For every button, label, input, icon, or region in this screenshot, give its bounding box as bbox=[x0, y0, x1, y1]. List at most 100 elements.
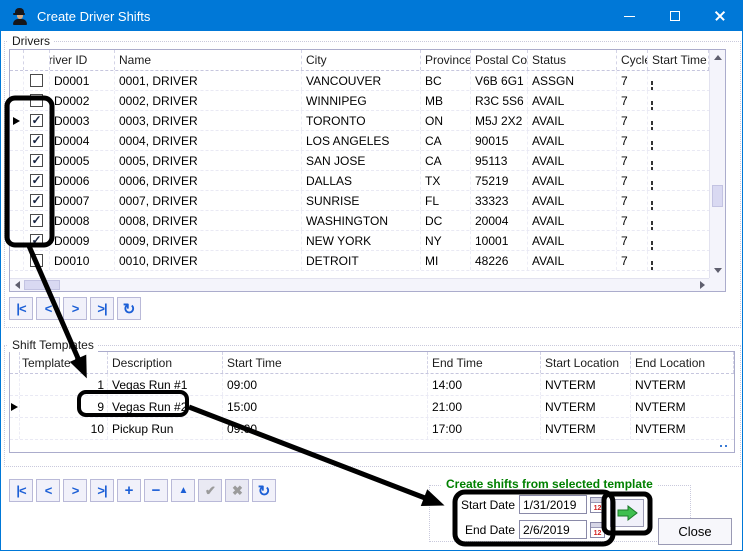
post-edit-button[interactable]: ✔ bbox=[198, 479, 222, 502]
cell-city: SUNRISE bbox=[302, 191, 421, 210]
header-cycle[interactable]: Cycle bbox=[617, 50, 648, 70]
driver-checkbox-cell[interactable] bbox=[24, 231, 50, 250]
checkbox-icon[interactable] bbox=[30, 74, 43, 87]
checkbox-icon[interactable] bbox=[30, 134, 43, 147]
driver-row[interactable]: D0006 0006, DRIVER DALLAS TX 75219 AVAIL… bbox=[10, 171, 725, 191]
checkbox-icon[interactable] bbox=[30, 194, 43, 207]
header-driver-id[interactable]: Driver ID bbox=[50, 50, 115, 70]
header-end-time[interactable]: End Time bbox=[428, 352, 541, 373]
header-template-id[interactable]: Template ID bbox=[20, 352, 108, 373]
template-row[interactable]: 10 Pickup Run 09:00 17:00 NVTERM NVTERM bbox=[10, 418, 734, 440]
close-button[interactable]: Close bbox=[658, 518, 732, 545]
edit-record-button[interactable]: ▲ bbox=[171, 479, 195, 502]
header-postal-code[interactable]: Postal Code bbox=[471, 50, 528, 70]
driver-checkbox-cell[interactable] bbox=[24, 251, 50, 270]
header-start-time[interactable]: Start Time bbox=[223, 352, 428, 373]
next-record-button[interactable]: > bbox=[63, 479, 87, 502]
vertical-scrollbar[interactable] bbox=[709, 50, 725, 278]
driver-checkbox-cell[interactable] bbox=[24, 91, 50, 110]
driver-row[interactable]: D0007 0007, DRIVER SUNRISE FL 33323 AVAI… bbox=[10, 191, 725, 211]
scroll-left-button[interactable] bbox=[10, 279, 24, 291]
cell-province: TX bbox=[421, 171, 471, 190]
refresh-button[interactable]: ↻ bbox=[117, 297, 141, 320]
cell-description: Vegas Run #2 bbox=[108, 396, 223, 417]
cancel-edit-button[interactable]: ✖ bbox=[225, 479, 249, 502]
first-record-button[interactable]: |< bbox=[9, 479, 33, 502]
create-shifts-go-button[interactable] bbox=[610, 499, 644, 527]
header-end-location[interactable]: End Location bbox=[631, 352, 734, 373]
header-province[interactable]: Province bbox=[421, 50, 471, 70]
driver-checkbox-cell[interactable] bbox=[24, 171, 50, 190]
refresh-button[interactable]: ↻ bbox=[252, 479, 276, 502]
driver-row[interactable]: D0009 0009, DRIVER NEW YORK NY 10001 AVA… bbox=[10, 231, 725, 251]
template-row[interactable]: 9 Vegas Run #2 15:00 21:00 NVTERM NVTERM bbox=[10, 396, 734, 418]
cell-name: 0001, DRIVER bbox=[115, 71, 302, 90]
header-description[interactable]: Description bbox=[108, 352, 223, 373]
last-record-button[interactable]: >| bbox=[90, 479, 114, 502]
driver-row[interactable]: D0010 0010, DRIVER DETROIT MI 48226 AVAI… bbox=[10, 251, 725, 271]
start-date-calendar-icon[interactable] bbox=[590, 497, 605, 513]
driver-row[interactable]: D0003 0003, DRIVER TORONTO ON M5J 2X2 AV… bbox=[10, 111, 725, 131]
checkbox-icon[interactable] bbox=[30, 154, 43, 167]
cell-postal-code: 20004 bbox=[471, 211, 528, 230]
minimize-button[interactable] bbox=[607, 1, 652, 31]
horizontal-scrollbar[interactable] bbox=[10, 278, 709, 291]
start-date-input[interactable] bbox=[519, 495, 587, 514]
checkbox-icon[interactable] bbox=[30, 114, 43, 127]
cell-status: AVAIL bbox=[528, 231, 617, 250]
cell-name: 0009, DRIVER bbox=[115, 231, 302, 250]
checkbox-icon[interactable] bbox=[30, 234, 43, 247]
driver-row[interactable]: D0004 0004, DRIVER LOS ANGELES CA 90015 … bbox=[10, 131, 725, 151]
cell-driver-id: D0001 bbox=[50, 71, 115, 90]
cell-start-time bbox=[648, 171, 709, 190]
driver-row[interactable]: D0008 0008, DRIVER WASHINGTON DC 20004 A… bbox=[10, 211, 725, 231]
scroll-up-button[interactable] bbox=[710, 50, 725, 65]
header-city[interactable]: City bbox=[302, 50, 421, 70]
scroll-right-icon bbox=[700, 281, 705, 289]
checkbox-icon[interactable] bbox=[30, 94, 43, 107]
cell-start-time bbox=[648, 71, 709, 90]
first-record-button[interactable]: |< bbox=[9, 297, 33, 320]
header-checkbox-column[interactable] bbox=[24, 50, 50, 70]
checkbox-icon[interactable] bbox=[30, 254, 43, 267]
template-row[interactable]: 1 Vegas Run #1 09:00 14:00 NVTERM NVTERM bbox=[10, 374, 734, 396]
cell-status: AVAIL bbox=[528, 211, 617, 230]
driver-checkbox-cell[interactable] bbox=[24, 71, 50, 90]
previous-record-button[interactable]: < bbox=[36, 479, 60, 502]
scroll-down-button[interactable] bbox=[710, 263, 725, 278]
driver-checkbox-cell[interactable] bbox=[24, 111, 50, 130]
close-window-button[interactable] bbox=[697, 1, 742, 31]
scrollbar-corner bbox=[709, 278, 725, 291]
next-record-button[interactable]: > bbox=[63, 297, 87, 320]
horizontal-scrollbar-thumb[interactable] bbox=[24, 280, 60, 290]
cell-province: MB bbox=[421, 91, 471, 110]
last-record-button[interactable]: >| bbox=[90, 297, 114, 320]
checkbox-icon[interactable] bbox=[30, 174, 43, 187]
driver-row[interactable]: D0005 0005, DRIVER SAN JOSE CA 95113 AVA… bbox=[10, 151, 725, 171]
go-arrow-icon bbox=[616, 505, 638, 521]
delete-record-button[interactable]: − bbox=[144, 479, 168, 502]
maximize-button[interactable] bbox=[652, 1, 697, 31]
vertical-scrollbar-thumb[interactable] bbox=[712, 185, 723, 207]
cell-driver-id: D0005 bbox=[50, 151, 115, 170]
driver-checkbox-cell[interactable] bbox=[24, 151, 50, 170]
header-start-time[interactable]: Start Time bbox=[648, 50, 709, 70]
driver-row[interactable]: D0002 0002, DRIVER WINNIPEG MB R3C 5S6 A… bbox=[10, 91, 725, 111]
drivers-navigator: |< < > >| ↻ bbox=[9, 297, 141, 320]
cell-description: Vegas Run #1 bbox=[108, 374, 223, 395]
checkbox-icon[interactable] bbox=[30, 214, 43, 227]
driver-checkbox-cell[interactable] bbox=[24, 191, 50, 210]
previous-record-button[interactable]: < bbox=[36, 297, 60, 320]
cell-driver-id: D0004 bbox=[50, 131, 115, 150]
row-selector-cell bbox=[10, 111, 24, 130]
driver-row[interactable]: D0001 0001, DRIVER VANCOUVER BC V6B 6G1 … bbox=[10, 71, 725, 91]
end-date-calendar-icon[interactable] bbox=[590, 522, 605, 538]
end-date-input[interactable] bbox=[519, 520, 587, 539]
driver-checkbox-cell[interactable] bbox=[24, 211, 50, 230]
scroll-right-button[interactable] bbox=[695, 279, 709, 291]
header-start-location[interactable]: Start Location bbox=[541, 352, 631, 373]
driver-checkbox-cell[interactable] bbox=[24, 131, 50, 150]
header-status[interactable]: Status bbox=[528, 50, 617, 70]
header-name[interactable]: Name bbox=[115, 50, 302, 70]
insert-record-button[interactable]: + bbox=[117, 479, 141, 502]
